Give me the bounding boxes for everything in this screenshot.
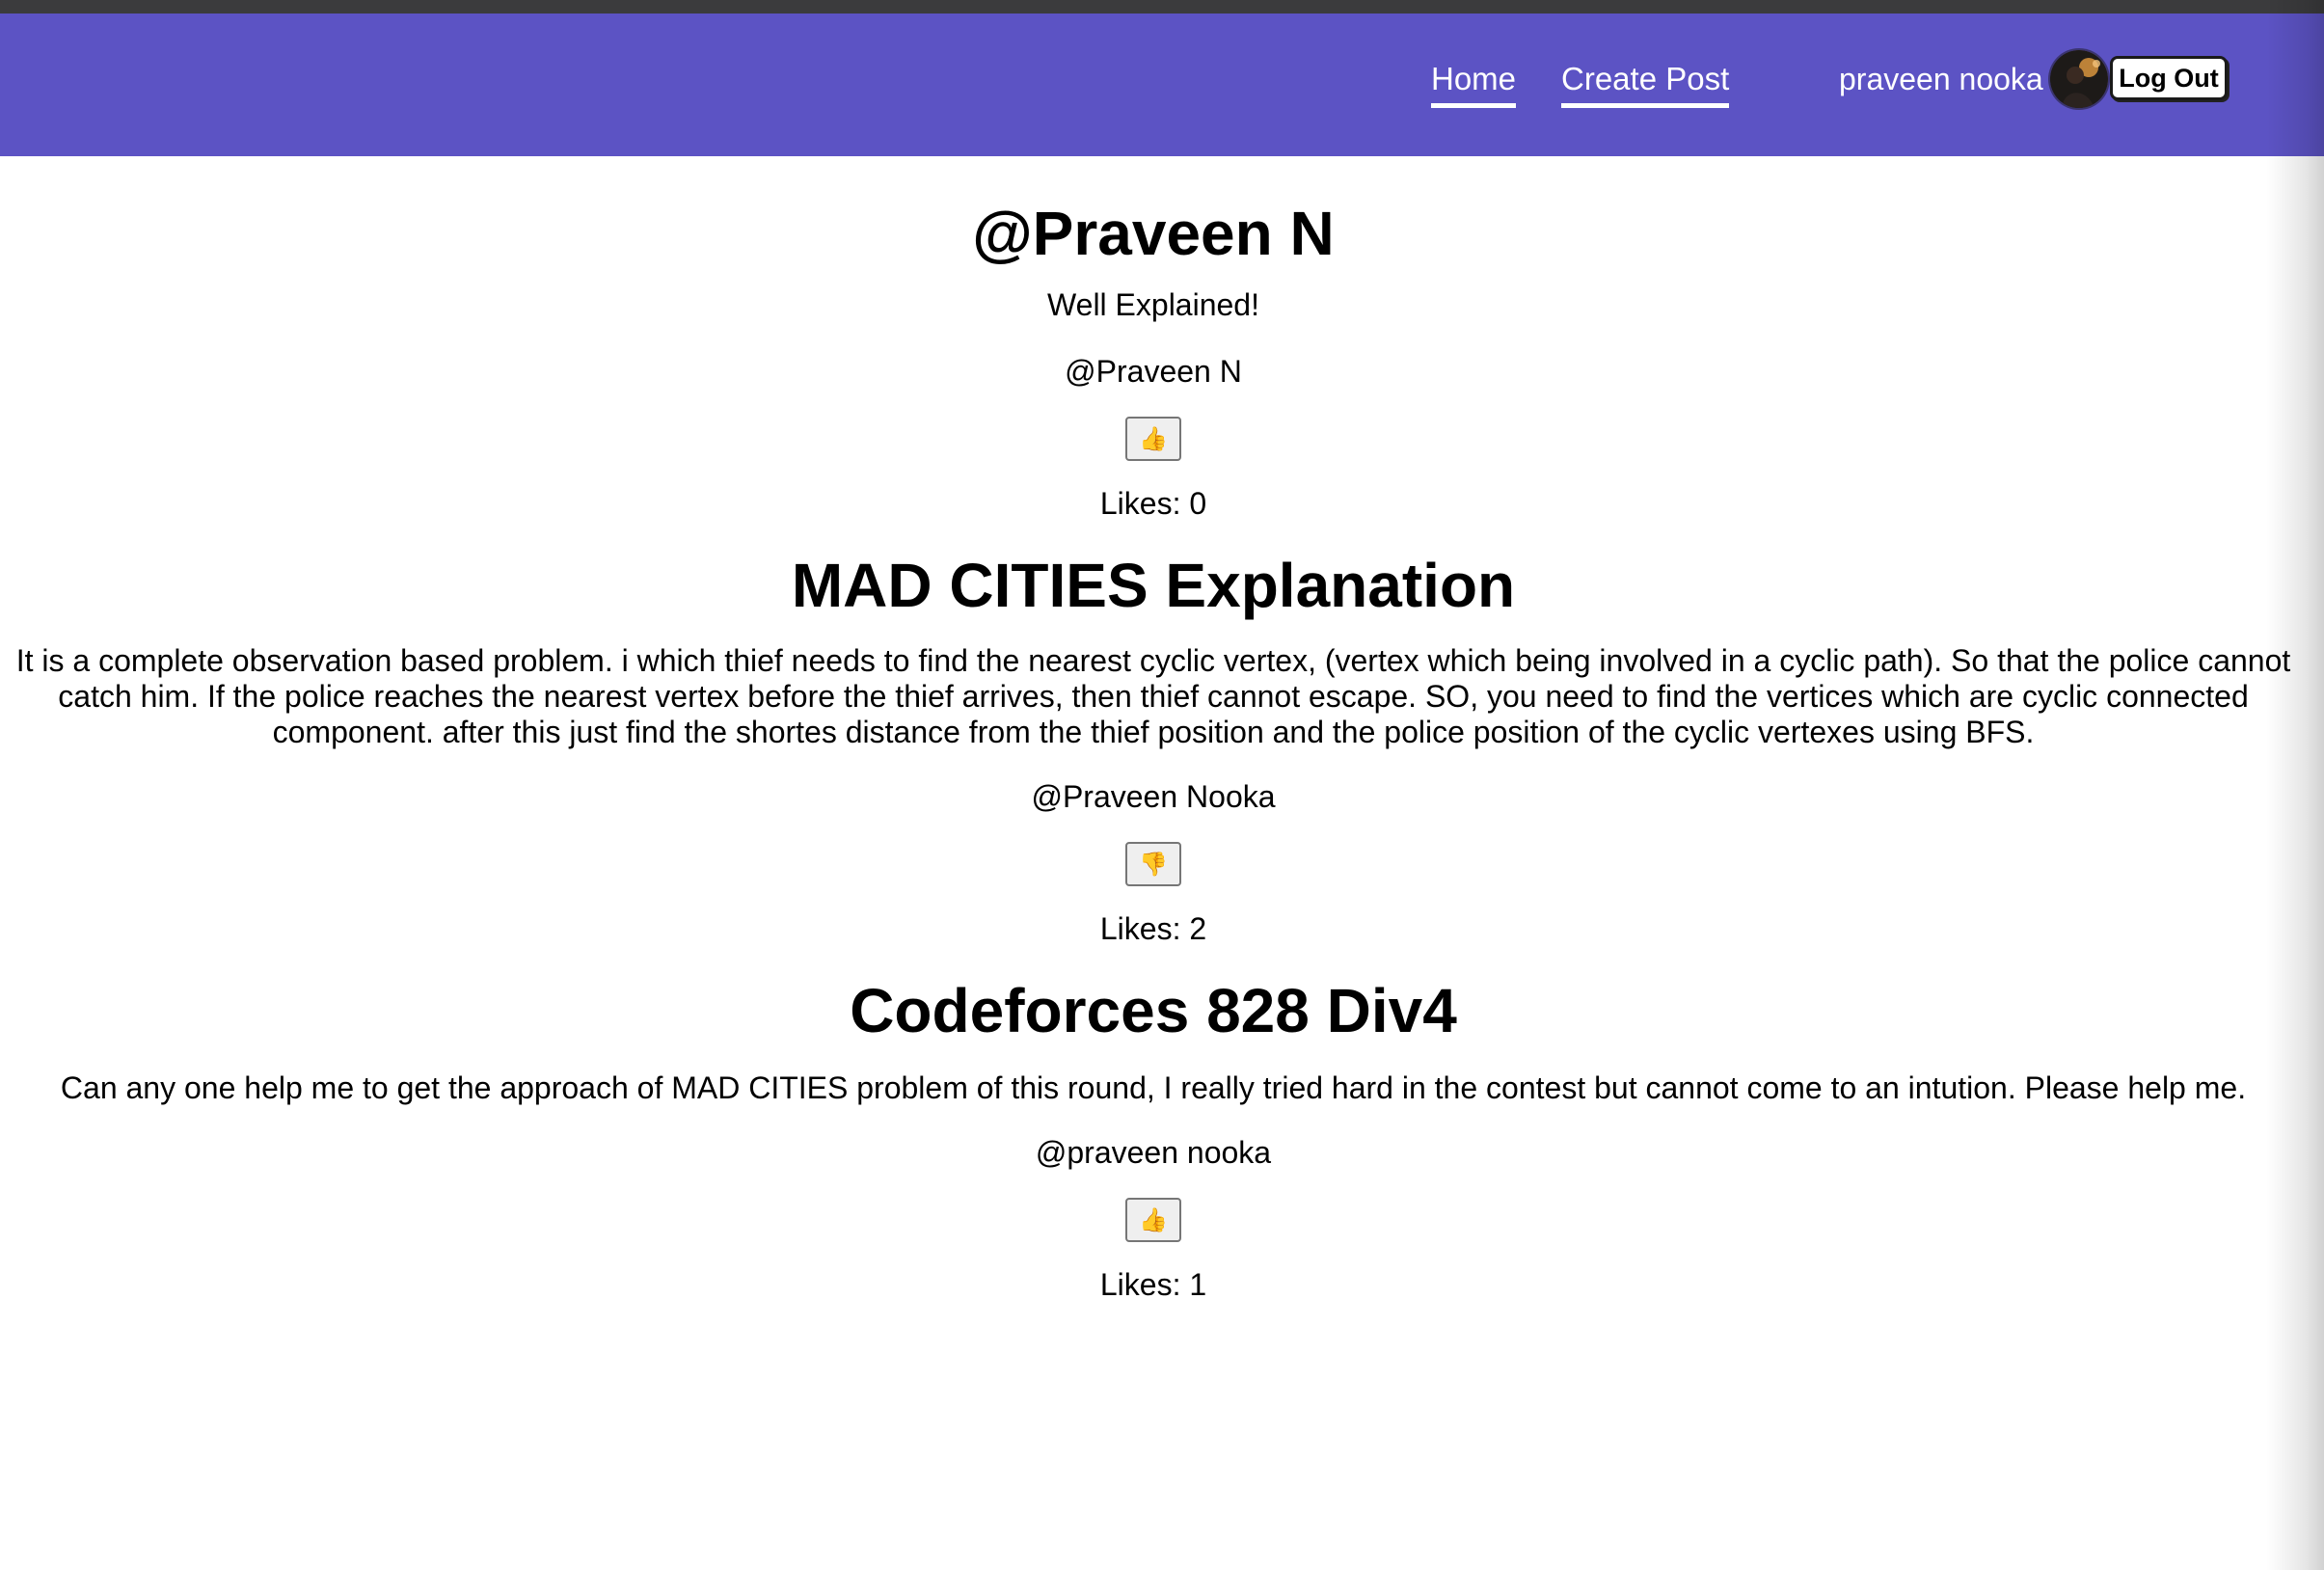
like-toggle-button[interactable]: 👍: [1125, 417, 1181, 461]
post-author: @Praveen Nooka: [1031, 779, 1276, 814]
thumbs-down-icon: 👎: [1139, 851, 1168, 878]
post-title: Codeforces 828 Div4: [850, 976, 1457, 1045]
post-title: @Praveen N: [972, 199, 1335, 268]
nav-user-name: praveen nooka: [1839, 62, 2043, 96]
post-likes-count: Likes: 1: [1099, 1267, 1207, 1302]
avatar-image: [2050, 50, 2108, 108]
navbar: Home Create Post praveen nooka Log Out: [0, 14, 2324, 156]
thumbs-up-icon: 👍: [1139, 425, 1168, 452]
post-likes-count: Likes: 2: [1099, 911, 1207, 946]
post-card: MAD CITIES Explanation It is a complete …: [0, 523, 2307, 948]
browser-top-strip: [0, 0, 2324, 14]
logout-button[interactable]: Log Out: [2110, 56, 2228, 100]
post-card: @Praveen N Well Explained! @Praveen N 👍 …: [0, 156, 2307, 523]
posts-feed: @Praveen N Well Explained! @Praveen N 👍 …: [0, 156, 2307, 1304]
post-likes-count: Likes: 0: [1099, 486, 1207, 521]
post-author: @praveen nooka: [1035, 1135, 1272, 1170]
post-author: @Praveen N: [1065, 354, 1242, 389]
post-title: MAD CITIES Explanation: [791, 551, 1516, 620]
page: Home Create Post praveen nooka Log Out @…: [0, 0, 2324, 1570]
thumbs-up-icon: 👍: [1139, 1206, 1168, 1233]
like-toggle-button[interactable]: 👍: [1125, 1198, 1181, 1242]
post-card: Codeforces 828 Div4 Can any one help me …: [0, 948, 2307, 1304]
like-toggle-button[interactable]: 👎: [1125, 842, 1181, 886]
post-body: Well Explained!: [1047, 287, 1259, 322]
post-body: It is a complete observation based probl…: [15, 643, 2291, 749]
nav-create-post-link[interactable]: Create Post: [1561, 60, 1730, 108]
post-body: Can any one help me to get the approach …: [60, 1070, 2247, 1105]
avatar[interactable]: [2050, 50, 2108, 108]
nav-home-link[interactable]: Home: [1431, 60, 1517, 108]
